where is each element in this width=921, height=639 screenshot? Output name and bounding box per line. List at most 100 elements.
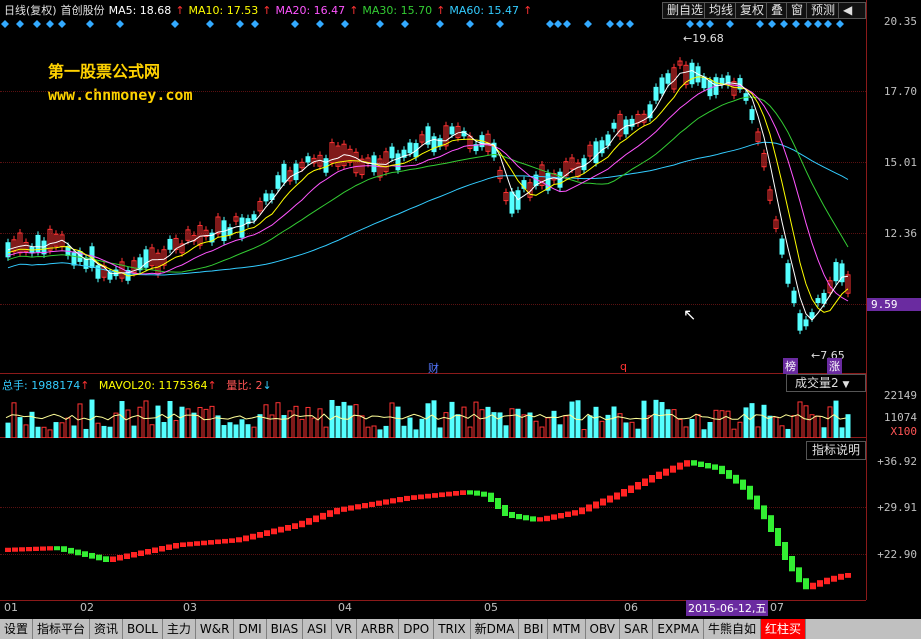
candlestick-chart[interactable]: [0, 20, 866, 373]
volume-bar: [17, 417, 23, 438]
volume-bar: [497, 412, 503, 438]
window-button[interactable]: 窗: [786, 2, 809, 19]
expand-icon[interactable]: ◀: [838, 2, 866, 19]
indicator-block: [509, 512, 515, 518]
forecast-button[interactable]: 预测: [806, 2, 841, 19]
volume-bar: [545, 417, 551, 438]
tab-sar[interactable]: SAR: [620, 619, 654, 639]
month-label: 05: [484, 601, 498, 614]
volume-bar: [359, 415, 365, 438]
volume-bar: [743, 407, 749, 438]
indicator-block: [362, 503, 368, 509]
event-diamond: [376, 20, 384, 28]
tab-expma[interactable]: EXPMA: [653, 619, 705, 639]
tab-arbr[interactable]: ARBR: [357, 619, 400, 639]
candle-body: [407, 142, 413, 154]
ma10-line: [7, 76, 849, 313]
tab-red-bar-buy[interactable]: 红柱买: [761, 619, 807, 639]
candle-body: [665, 73, 671, 84]
delete-watchlist-button[interactable]: 删自选: [662, 2, 709, 19]
tab-new-dma[interactable]: 新DMA: [471, 619, 520, 639]
indicator-block: [124, 553, 130, 559]
event-diamond: [824, 20, 832, 28]
volume-bar: [155, 405, 161, 438]
volume-bar: [209, 405, 215, 438]
volume-bar: [845, 414, 851, 438]
volume-bar: [77, 403, 83, 438]
ranking-marker[interactable]: 榜: [783, 358, 798, 374]
indicator-block: [404, 495, 410, 502]
tab-mtm[interactable]: MTM: [548, 619, 586, 639]
indicator-block: [40, 546, 46, 551]
tab-indicator-platform[interactable]: 指标平台: [33, 619, 91, 639]
indicator-block: [810, 582, 816, 590]
indicator-block: [334, 507, 340, 515]
candle-body: [71, 252, 77, 266]
volume-bar: [347, 405, 353, 438]
tab-obv[interactable]: OBV: [586, 619, 621, 639]
indicator-block: [698, 461, 704, 467]
volume-bar: [791, 415, 797, 438]
indicator-block: [593, 501, 599, 509]
finance-marker[interactable]: 财: [428, 360, 439, 376]
indicator-axis-label: +36.92: [877, 455, 917, 468]
volume-bar: [425, 403, 431, 438]
event-diamond: [616, 20, 624, 28]
rise-marker[interactable]: 涨: [827, 358, 842, 374]
ma20-label: MA20: 16.47: [275, 3, 346, 17]
indicator-block: [383, 499, 389, 505]
indicator-chart[interactable]: [0, 440, 866, 600]
event-diamond: [756, 20, 764, 28]
volume-bar: [647, 415, 653, 438]
indicator-block: [138, 550, 144, 556]
indicator-block: [628, 485, 634, 493]
volume-bar: [59, 422, 65, 438]
indicator-block: [768, 515, 774, 532]
up-arrow-icon: ↑: [175, 3, 185, 17]
up-arrow-icon: ↑: [262, 3, 272, 17]
volume-bar: [371, 425, 377, 438]
tab-dmi[interactable]: DMI: [234, 619, 267, 639]
tab-bull-bear[interactable]: 牛熊自如: [704, 619, 762, 639]
volume-bar: [95, 422, 101, 438]
indicator-block: [642, 478, 648, 486]
event-diamond: [236, 20, 244, 28]
volume-bar: [731, 428, 737, 438]
candle-body: [239, 217, 245, 238]
indicator-block: [796, 567, 802, 583]
indicator-block: [348, 505, 354, 511]
indicator-block: [397, 497, 403, 503]
volume-bar: [635, 428, 641, 438]
candle-body: [689, 62, 695, 85]
event-diamond: [171, 20, 179, 28]
volume-bar: [815, 415, 821, 438]
tab-boll[interactable]: BOLL: [123, 619, 163, 639]
tab-asi[interactable]: ASI: [303, 619, 332, 639]
candle-body: [263, 193, 269, 202]
indicator-block: [740, 479, 746, 490]
tab-dpo[interactable]: DPO: [399, 619, 435, 639]
volume-chart[interactable]: [0, 390, 866, 438]
volume-bar: [767, 415, 773, 438]
tab-wr[interactable]: W&R: [196, 619, 235, 639]
volume-bar: [53, 422, 59, 438]
tab-settings[interactable]: 设置: [0, 619, 34, 639]
volume-bar: [227, 422, 233, 438]
adjust-button[interactable]: 复权: [735, 2, 770, 19]
tab-news[interactable]: 资讯: [90, 619, 124, 639]
indicator-block: [453, 491, 459, 496]
q-marker[interactable]: q: [620, 360, 627, 373]
tab-trix[interactable]: TRIX: [434, 619, 471, 639]
tab-main-force[interactable]: 主力: [163, 619, 196, 639]
chart-period[interactable]: 日线(复权): [4, 2, 57, 18]
ma-button[interactable]: 均线: [704, 2, 739, 19]
volume-bar: [11, 402, 17, 438]
volume-bar: [245, 424, 251, 438]
tab-vr[interactable]: VR: [332, 619, 358, 639]
tab-bias[interactable]: BIAS: [267, 619, 304, 639]
volume-bar: [443, 412, 449, 438]
overlay-button[interactable]: 叠: [766, 2, 789, 19]
tab-bbi[interactable]: BBI: [519, 619, 549, 639]
volume-bar: [611, 406, 617, 438]
volume-bar: [527, 412, 533, 438]
